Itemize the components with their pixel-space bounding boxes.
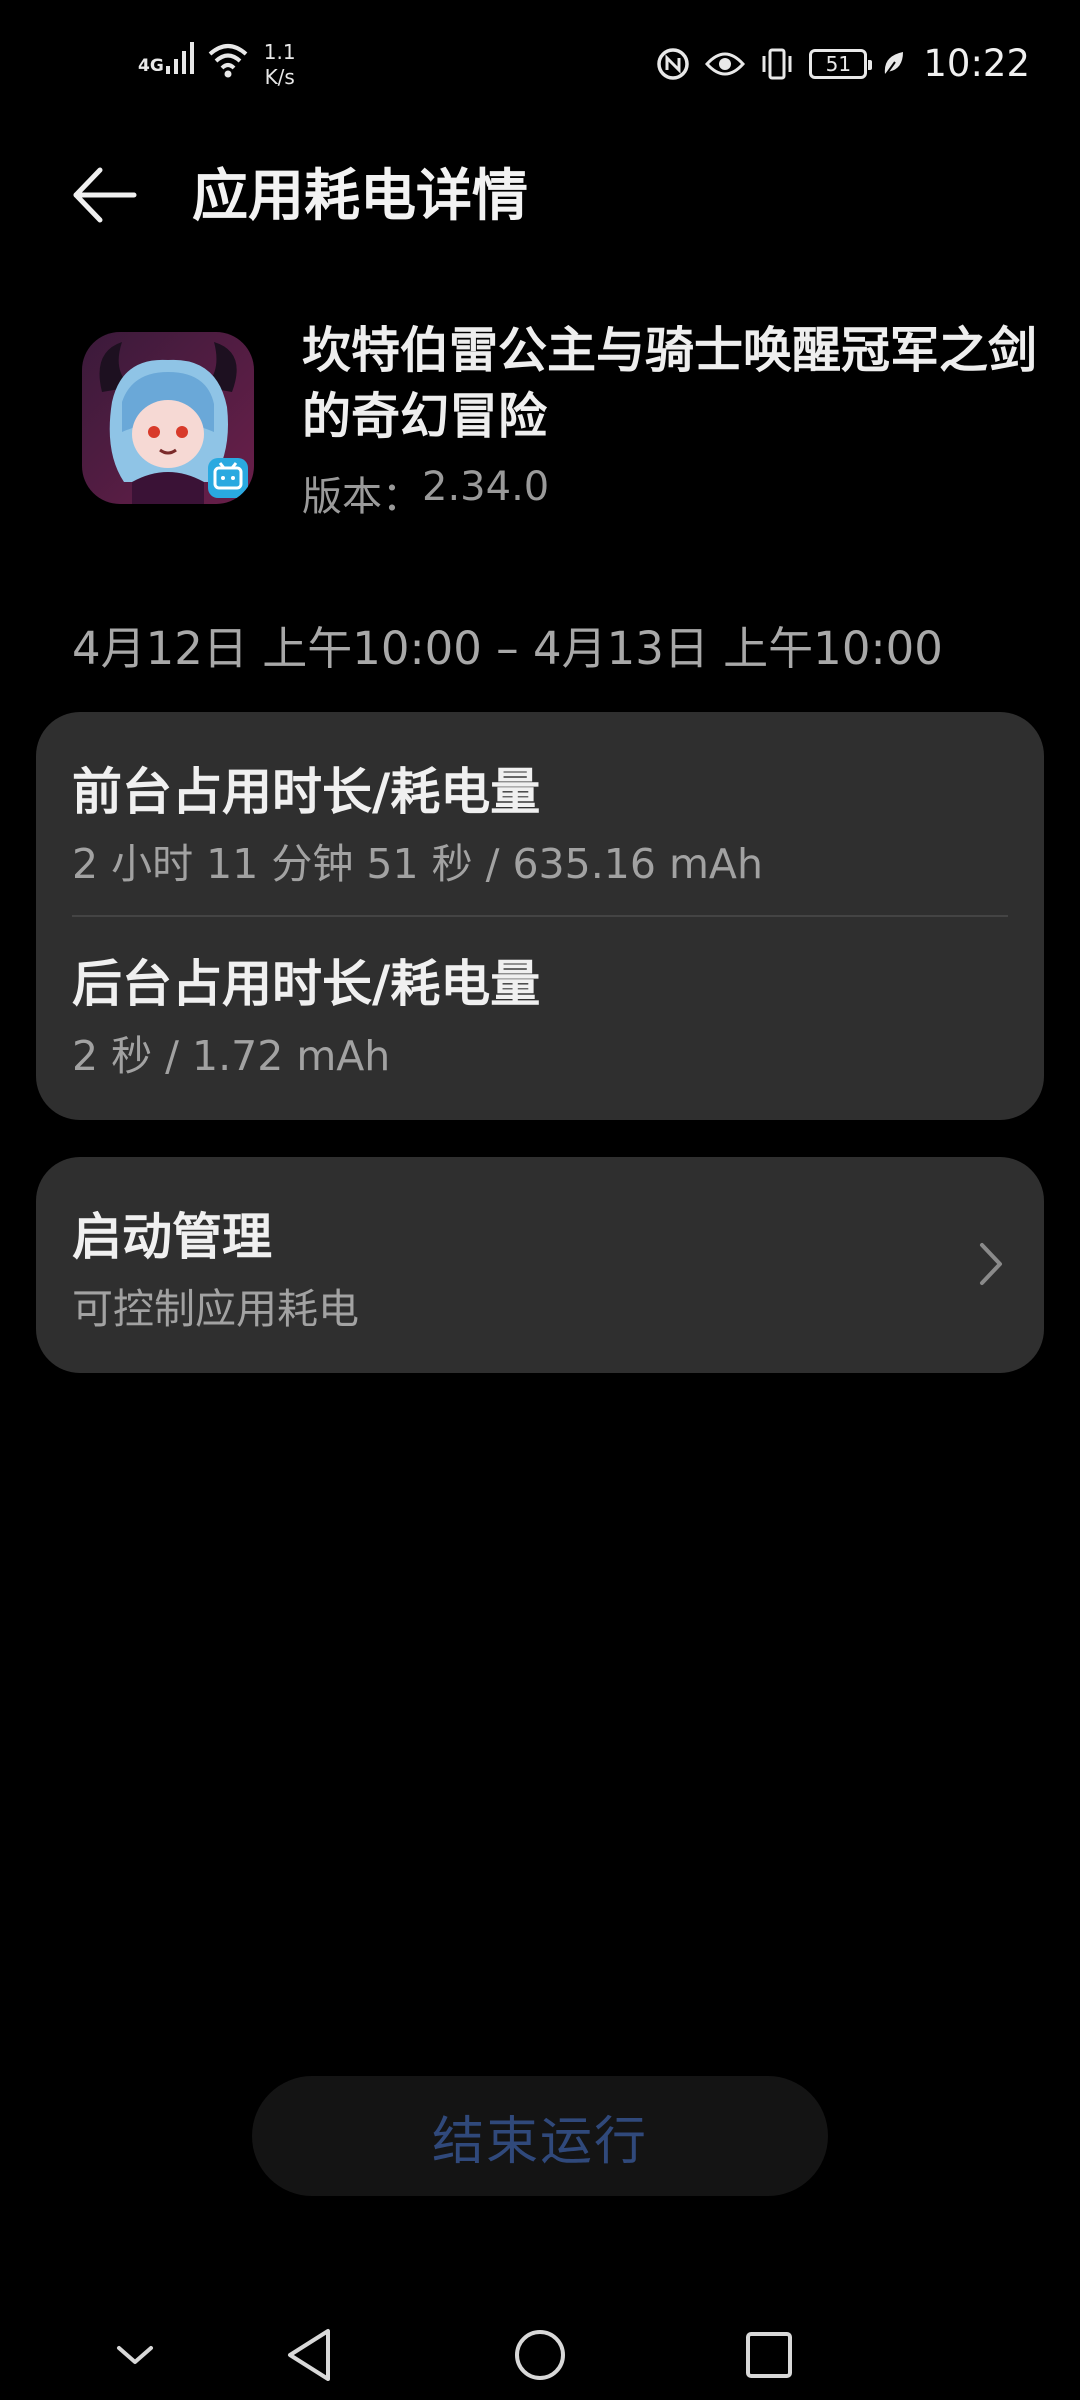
- hide-keyboard-icon: [117, 2346, 153, 2364]
- startup-management-subtitle: 可控制应用耗电: [72, 1285, 359, 1333]
- version-label: 版本：: [302, 474, 422, 520]
- background-usage-title: 后台占用时长/耗电量: [72, 955, 541, 1013]
- screen: 4G 1.1 K/s 51 10:22 应用耗电详情 坎特伯雷公主与骑士唤醒冠军…: [0, 0, 1080, 2400]
- status-bar-left: 4G 1.1 K/s: [138, 40, 296, 90]
- app-version: 版本： 2.34.0: [302, 464, 549, 522]
- battery-level: 51: [825, 51, 852, 76]
- nav-back-button[interactable]: [274, 2320, 344, 2390]
- end-running-button[interactable]: 结束运行: [252, 2076, 828, 2196]
- nav-home-button[interactable]: [505, 2320, 575, 2390]
- clock: 10:22: [923, 42, 1030, 85]
- divider: [72, 915, 1008, 917]
- home-icon: [515, 2330, 565, 2380]
- navigation-bar: [0, 2300, 1080, 2400]
- back-button[interactable]: [70, 162, 140, 228]
- foreground-usage-title: 前台占用时长/耗电量: [72, 763, 541, 821]
- chevron-right-icon: [980, 1243, 1002, 1285]
- speed-value: 1.1: [263, 40, 296, 64]
- back-arrow-icon: [73, 167, 137, 223]
- page-title: 应用耗电详情: [192, 164, 528, 229]
- header: 应用耗电详情: [0, 140, 1080, 250]
- app-name: 坎特伯雷公主与骑士唤醒冠军之剑的奇幻冒险: [302, 322, 1038, 445]
- network-type: 4G: [138, 56, 164, 76]
- status-bar-right: 51 10:22: [655, 42, 1030, 85]
- speed-unit: K/s: [264, 65, 295, 89]
- recents-icon: [746, 2332, 792, 2378]
- startup-management-item[interactable]: 启动管理 可控制应用耗电: [36, 1157, 1044, 1373]
- battery-icon: 51: [809, 48, 873, 79]
- signal-icon: [165, 42, 194, 74]
- nav-recents-button[interactable]: [734, 2320, 804, 2390]
- app-icon: [82, 332, 254, 504]
- leaf-icon: [884, 51, 904, 77]
- wifi-icon: [208, 44, 248, 78]
- startup-management-title: 启动管理: [72, 1208, 272, 1266]
- eye-comfort-icon: [705, 52, 746, 75]
- network-speed: 1.1 K/s: [264, 40, 296, 90]
- foreground-usage-value: 2 小时 11 分钟 51 秒 / 635.16 mAh: [72, 840, 763, 888]
- date-range: 4月12日 上午10:00 – 4月13日 上午10:00: [72, 622, 943, 675]
- usage-card: 前台占用时长/耗电量 2 小时 11 分钟 51 秒 / 635.16 mAh …: [36, 712, 1044, 1120]
- status-bar: 4G 1.1 K/s 51 10:22: [0, 0, 1080, 130]
- nfc-icon: [657, 47, 690, 80]
- back-icon: [288, 2329, 330, 2381]
- version-value: 2.34.0: [422, 464, 550, 510]
- vibrate-icon: [762, 48, 792, 79]
- hide-keyboard-button[interactable]: [100, 2320, 170, 2390]
- background-usage-value: 2 秒 / 1.72 mAh: [72, 1032, 391, 1080]
- signal-group: 4G: [138, 40, 196, 76]
